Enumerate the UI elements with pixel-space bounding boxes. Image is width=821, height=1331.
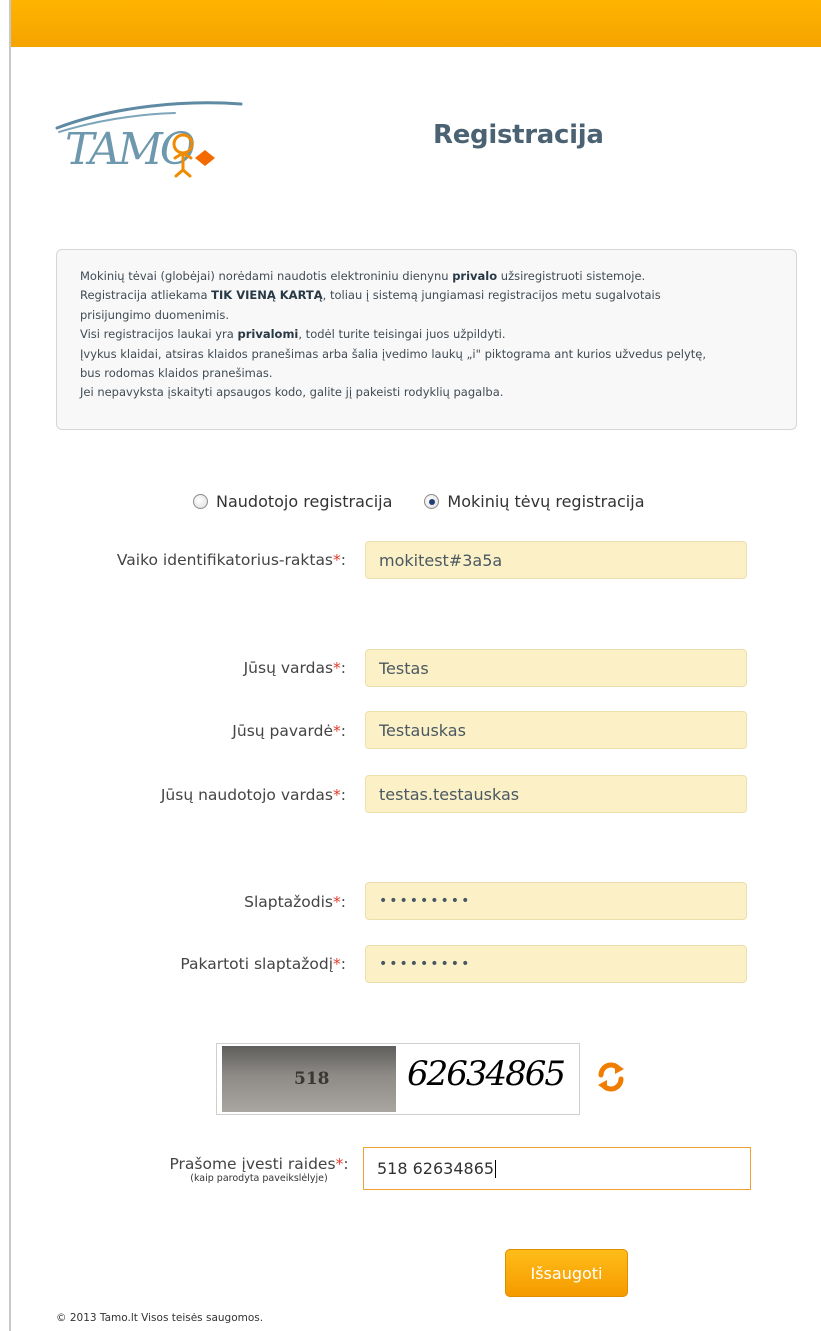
captcha-label: Prašome įvesti raides*: (kaip parodyta p… [156,1155,362,1184]
radio-button[interactable] [193,494,208,509]
refresh-icon[interactable] [595,1060,627,1094]
page-left-border [9,0,11,1331]
last-name-input[interactable]: Testauskas [365,711,747,749]
required-mark: * [333,893,341,911]
first-name-label: Jūsų vardas*: [243,659,346,677]
info-line: Įvykus klaidai, atsiras klaidos pranešim… [80,346,707,361]
captcha-hint: (kaip parodyta paveikslėlyje) [190,1173,328,1184]
password-repeat-input[interactable]: ••••••••• [365,945,747,983]
footer-copyright: © 2013 Tamo.lt Visos teisės saugomos. [56,1312,264,1324]
captcha-photo-text: 518 [294,1069,330,1089]
first-name-input[interactable]: Testas [365,649,747,687]
registration-type-group: Naudotojo registracija Mokinių tėvų regi… [193,492,645,511]
captcha-input-value: 518 62634865 [377,1159,495,1178]
text-caret [495,1159,497,1178]
info-line: bus rodomas klaidos pranešimas. [80,366,273,381]
captcha-image: 518 62634865 [216,1043,580,1115]
last-name-label: Jūsų pavardė*: [232,722,346,740]
save-button[interactable]: Išsaugoti [505,1249,628,1297]
top-accent-bar [11,0,821,47]
username-input[interactable]: testas.testauskas [365,775,747,813]
child-key-input[interactable]: mokitest#3a5a [365,541,747,579]
radio-user-registration[interactable]: Naudotojo registracija [193,492,392,511]
required-mark: * [333,551,341,569]
captcha-text: 62634865 [407,1054,566,1094]
captcha-photo: 518 [222,1046,396,1112]
page-title: Registracija [433,120,604,150]
radio-button-selected[interactable] [424,494,440,509]
info-line: Jei nepavyksta įskaityti apsaugos kodo, … [80,385,504,400]
radio-label: Naudotojo registracija [216,492,393,511]
child-key-label: Vaiko identifikatorius-raktas*: [116,551,346,569]
captcha-input[interactable]: 518 62634865 [363,1147,751,1190]
password-repeat-label: Pakartoti slaptažodį*: [180,955,346,973]
password-input[interactable]: ••••••••• [365,882,747,920]
tamo-logo: TAMO [55,101,243,178]
info-box: Mokinių tėvai (globėjai) norėdami naudot… [56,249,797,430]
info-line: Visi registracijos laukai yra privalomi,… [80,327,506,342]
username-label: Jūsų naudotojo vardas*: [160,786,346,804]
info-line: Mokinių tėvai (globėjai) norėdami naudot… [80,269,646,283]
info-line: Registracija atliekama TIK VIENĄ KARTĄ, … [80,288,661,303]
radio-label: Mokinių tėvų registracija [447,492,645,511]
required-mark: * [333,722,341,740]
required-mark: * [333,659,341,677]
radio-parent-registration[interactable]: Mokinių tėvų registracija [424,492,645,511]
required-mark: * [333,955,341,973]
info-line: prisijungimo duomenimis. [80,307,230,322]
required-mark: * [333,786,341,804]
password-label: Slaptažodis*: [244,893,346,911]
